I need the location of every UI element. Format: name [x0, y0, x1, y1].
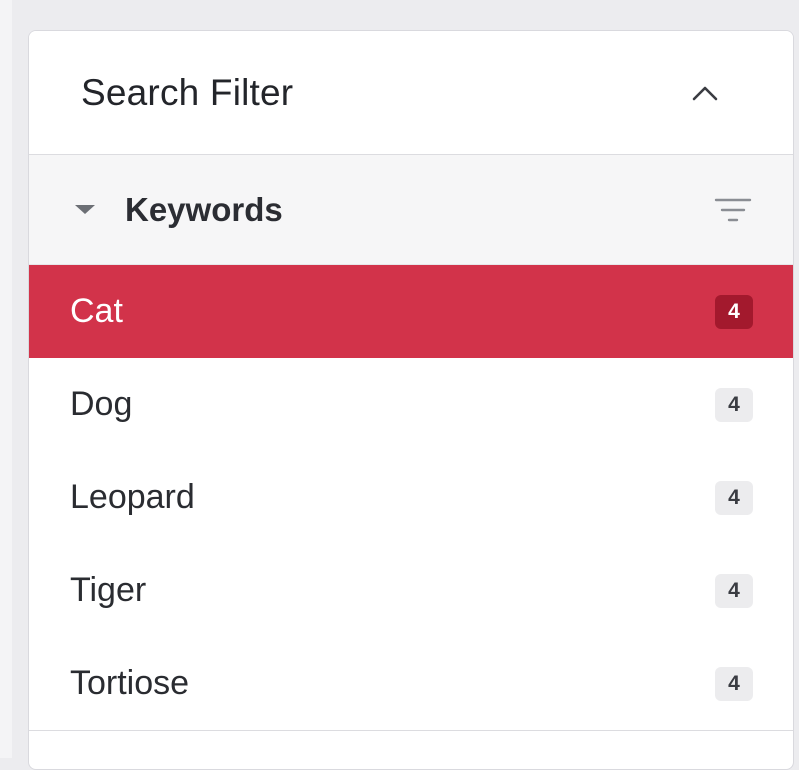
chevron-up-icon [692, 86, 718, 100]
filter-icon [714, 198, 752, 221]
keyword-item-tortiose[interactable]: Tortiose 4 [29, 637, 793, 730]
page-background-left [0, 0, 12, 758]
keyword-label: Leopard [70, 478, 195, 516]
keyword-item-leopard[interactable]: Leopard 4 [29, 451, 793, 544]
page-background-top [0, 0, 799, 14]
keyword-label: Tortiose [70, 664, 190, 702]
keyword-item-tiger[interactable]: Tiger 4 [29, 544, 793, 637]
keywords-section-header[interactable]: Keywords [29, 155, 793, 265]
collapse-panel-button[interactable] [685, 73, 725, 113]
count-badge: 4 [715, 294, 753, 329]
section-title: Keywords [125, 190, 283, 228]
count-badge: 4 [715, 387, 753, 422]
filter-button[interactable] [711, 195, 755, 225]
search-filter-panel: Search Filter Keywords Cat 4 Dog 4 Leopard 4 T… [28, 30, 794, 770]
keyword-label: Tiger [70, 571, 147, 609]
keyword-item-cat[interactable]: Cat 4 [29, 265, 793, 358]
keywords-section-toggle[interactable]: Keywords [75, 191, 283, 229]
caret-down-icon [75, 205, 95, 214]
keyword-label: Dog [70, 385, 133, 423]
keyword-label: Cat [70, 292, 123, 330]
keyword-item-dog[interactable]: Dog 4 [29, 358, 793, 451]
count-badge: 4 [715, 573, 753, 608]
panel-header: Search Filter [29, 31, 793, 155]
panel-title: Search Filter [81, 71, 294, 113]
count-badge: 4 [715, 666, 753, 701]
count-badge: 4 [715, 480, 753, 515]
divider [29, 730, 793, 731]
keyword-list: Cat 4 Dog 4 Leopard 4 Tiger 4 Tortiose 4 [29, 265, 793, 730]
